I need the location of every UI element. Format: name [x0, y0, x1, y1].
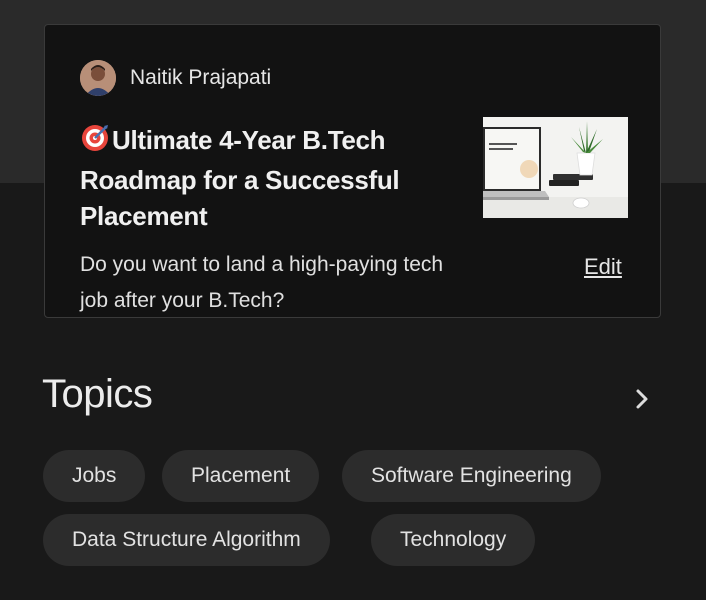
story-excerpt: Do you want to land a high-paying tech j…	[80, 253, 444, 312]
person-icon	[80, 60, 116, 96]
chevron-right-icon[interactable]	[628, 384, 656, 414]
story-card[interactable]: Naitik Prajapati Ultimate 4-Year B.Tech …	[44, 24, 661, 318]
target-icon	[80, 123, 110, 162]
story-title-text: Ultimate 4-Year B.Tech Roadmap for a Suc…	[80, 125, 400, 231]
avatar[interactable]	[80, 60, 116, 96]
topic-chip-jobs[interactable]: Jobs	[43, 450, 146, 502]
topics-heading: Topics	[42, 372, 153, 416]
topic-chip-placement[interactable]: Placement	[162, 450, 320, 502]
author-name[interactable]: Naitik Prajapati	[130, 66, 271, 90]
story-thumbnail[interactable]	[483, 117, 628, 218]
topic-chip-software-engineering[interactable]: Software Engineering	[342, 450, 601, 502]
laptop-plant-image	[483, 117, 628, 218]
edit-link[interactable]: Edit	[584, 254, 622, 280]
author: Naitik Prajapati	[80, 60, 271, 96]
story-title[interactable]: Ultimate 4-Year B.Tech Roadmap for a Suc…	[80, 122, 450, 234]
topic-chip-technology[interactable]: Technology	[371, 514, 536, 566]
topic-chip-data-structure-algorithm[interactable]: Data Structure Algorithm	[43, 514, 330, 566]
